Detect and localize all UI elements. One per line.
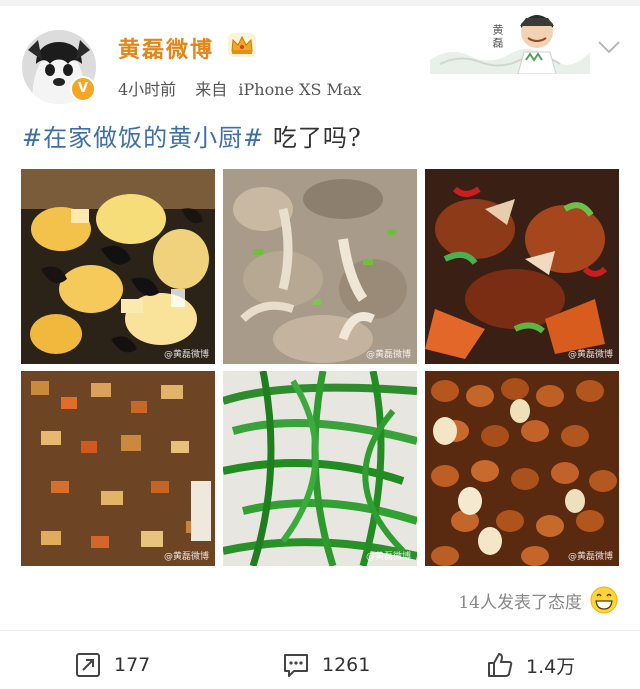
comment-count: 1261 [322, 654, 371, 676]
photo-cabbage-fungus[interactable]: @黄磊微博 [21, 169, 215, 364]
post-meta: 4小时前 来自 iPhone XS Max [118, 76, 375, 100]
photo-watermark: @黄磊微博 [163, 552, 209, 562]
top-edge [0, 0, 640, 6]
action-divider [0, 630, 640, 631]
photo-watermark: @黄磊微博 [567, 350, 613, 360]
photo-diced-chicken[interactable]: @黄磊微博 [21, 371, 215, 566]
photo-pork-mushroom[interactable]: @黄磊微博 [223, 169, 417, 364]
card-name: 黄磊 [491, 24, 504, 50]
photo-grid: @黄磊微博 @黄磊微博 @黄磊微博 @黄磊微博 @黄磊微博 @黄磊微博 [21, 169, 619, 566]
comment-button[interactable]: 1261 [282, 648, 370, 682]
post-source-prefix: 来自 [195, 80, 228, 99]
photo-watermark: @黄磊微博 [365, 350, 411, 360]
photo-peanut-chicken[interactable]: @黄磊微博 [425, 371, 619, 566]
comment-icon [284, 654, 308, 677]
verified-badge-icon: V [70, 76, 96, 102]
crown-icon[interactable] [228, 33, 256, 57]
post-time: 4小时前 [118, 80, 177, 99]
like-count: 1.4万 [526, 655, 576, 678]
reactions-summary[interactable]: 14人发表了态度 [458, 585, 618, 615]
username[interactable]: 黄磊微博 [118, 32, 214, 64]
photo-watermark: @黄磊微博 [365, 552, 411, 562]
grin-emoji-icon [590, 586, 618, 614]
chevron-down-icon[interactable] [596, 38, 622, 56]
photo-watermark: @黄磊微博 [163, 350, 209, 360]
post-device[interactable]: iPhone XS Max [238, 80, 361, 99]
repost-icon [76, 653, 100, 677]
repost-button[interactable]: 177 [74, 648, 150, 682]
topic-link[interactable]: #在家做饭的黄小厨# [22, 124, 264, 152]
photo-spicy-chicken[interactable]: @黄磊微博 [425, 169, 619, 364]
reactions-text: 14人发表了态度 [458, 592, 582, 613]
card-decoration[interactable] [430, 10, 590, 74]
photo-watermark: @黄磊微博 [567, 552, 613, 562]
like-button[interactable]: 1.4万 [486, 648, 575, 682]
post-text: #在家做饭的黄小厨# 吃了吗? [22, 118, 362, 153]
photo-greens[interactable]: @黄磊微博 [223, 371, 417, 566]
repost-count: 177 [114, 654, 151, 676]
post-body: 吃了吗? [264, 124, 362, 152]
like-icon [488, 653, 513, 677]
